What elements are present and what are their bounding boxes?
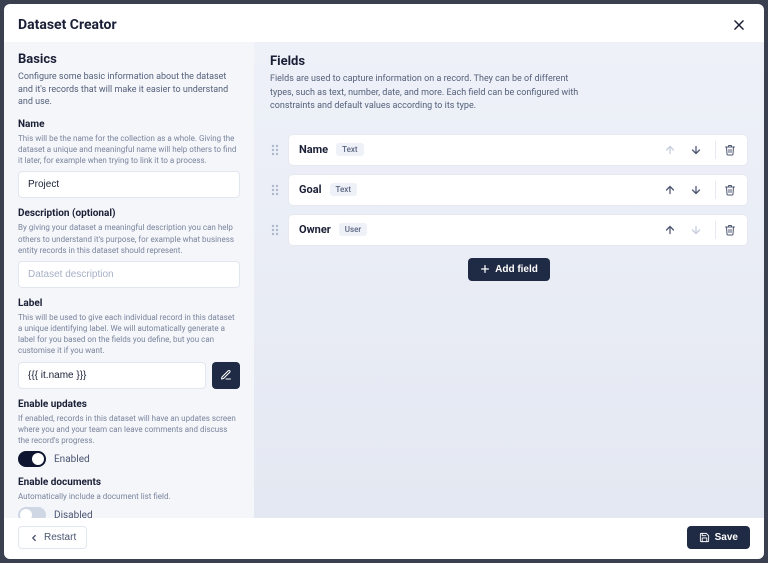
- move-up-button[interactable]: [661, 181, 679, 199]
- enable-updates-toggle[interactable]: [18, 451, 46, 467]
- drag-handle-icon[interactable]: [270, 143, 280, 157]
- arrow-down-icon: [690, 224, 702, 236]
- field-type-badge: Text: [336, 143, 363, 156]
- record-label-input[interactable]: [18, 362, 206, 389]
- save-label: Save: [715, 532, 738, 543]
- trash-icon: [724, 184, 736, 196]
- add-field-label: Add field: [495, 264, 538, 275]
- move-up-button: [661, 141, 679, 159]
- field-name: Owner: [299, 223, 331, 236]
- modal-title: Dataset Creator: [18, 17, 117, 33]
- field-card[interactable]: Goal Text: [288, 174, 748, 206]
- enable-updates-status: Enabled: [54, 454, 90, 465]
- plus-icon: [480, 264, 490, 274]
- arrow-down-icon: [690, 184, 702, 196]
- modal-body: Basics Configure some basic information …: [4, 42, 764, 518]
- enable-updates-help: If enabled, records in this dataset will…: [18, 413, 240, 447]
- toggle-knob: [20, 509, 32, 518]
- drag-handle-icon[interactable]: [270, 183, 280, 197]
- name-help: This will be the name for the collection…: [18, 133, 240, 167]
- fields-panel: Fields Fields are used to capture inform…: [254, 42, 764, 518]
- record-label-group: Label This will be used to give each ind…: [18, 298, 240, 389]
- save-icon: [699, 532, 710, 543]
- toggle-knob: [32, 453, 44, 465]
- field-row: Goal Text: [270, 174, 748, 206]
- enable-documents-help: Automatically include a document list fi…: [18, 491, 240, 502]
- arrow-up-icon: [664, 184, 676, 196]
- enable-documents-status: Disabled: [54, 510, 93, 518]
- field-card[interactable]: Name Text: [288, 134, 748, 166]
- field-type-badge: Text: [330, 183, 357, 196]
- arrow-up-icon: [664, 224, 676, 236]
- drag-handle-icon[interactable]: [270, 223, 280, 237]
- modal-header: Dataset Creator: [4, 4, 764, 42]
- modal-backdrop: Dataset Creator Basics Configure some ba…: [0, 0, 768, 563]
- restart-label: Restart: [44, 532, 76, 543]
- enable-updates-label: Enable updates: [18, 399, 240, 410]
- trash-icon: [724, 144, 736, 156]
- record-label-help: This will be used to give each individua…: [18, 312, 240, 357]
- basics-heading: Basics: [18, 52, 240, 67]
- field-card[interactable]: Owner User: [288, 214, 748, 246]
- field-row: Owner User: [270, 214, 748, 246]
- move-down-button[interactable]: [687, 141, 705, 159]
- restart-button[interactable]: Restart: [18, 526, 87, 549]
- field-name: Goal: [299, 183, 322, 196]
- modal-footer: Restart Save: [4, 518, 764, 559]
- description-label: Description (optional): [18, 208, 240, 219]
- trash-icon: [724, 224, 736, 236]
- move-down-button[interactable]: [687, 181, 705, 199]
- delete-field-button[interactable]: [715, 221, 739, 239]
- delete-field-button[interactable]: [715, 181, 739, 199]
- close-button[interactable]: [728, 14, 750, 36]
- dataset-creator-modal: Dataset Creator Basics Configure some ba…: [4, 4, 764, 559]
- basics-subheading: Configure some basic information about t…: [18, 71, 240, 109]
- field-list: Name Text Goal Text Owner User: [270, 134, 748, 246]
- name-group: Name This will be the name for the colle…: [18, 119, 240, 199]
- save-button[interactable]: Save: [687, 526, 750, 549]
- name-label: Name: [18, 119, 240, 130]
- description-help: By giving your dataset a meaningful desc…: [18, 222, 240, 256]
- move-down-button: [687, 221, 705, 239]
- enable-documents-group: Enable documents Automatically include a…: [18, 477, 240, 518]
- enable-documents-label: Enable documents: [18, 477, 240, 488]
- enable-updates-group: Enable updates If enabled, records in th…: [18, 399, 240, 468]
- pencil-icon: [220, 369, 232, 381]
- enable-documents-toggle[interactable]: [18, 507, 46, 518]
- move-up-button[interactable]: [661, 221, 679, 239]
- fields-subheading: Fields are used to capture information o…: [270, 73, 590, 114]
- fields-heading: Fields: [270, 54, 748, 69]
- record-label-label: Label: [18, 298, 240, 309]
- arrow-down-icon: [690, 144, 702, 156]
- field-name: Name: [299, 143, 328, 156]
- chevron-left-icon: [29, 533, 39, 543]
- description-input[interactable]: [18, 261, 240, 288]
- basics-panel: Basics Configure some basic information …: [4, 42, 254, 518]
- edit-label-button[interactable]: [212, 362, 240, 389]
- description-group: Description (optional) By giving your da…: [18, 208, 240, 288]
- delete-field-button[interactable]: [715, 141, 739, 159]
- close-icon: [732, 18, 746, 32]
- field-type-badge: User: [339, 223, 367, 236]
- name-input[interactable]: [18, 171, 240, 198]
- add-field-button[interactable]: Add field: [468, 258, 550, 281]
- arrow-up-icon: [664, 144, 676, 156]
- field-row: Name Text: [270, 134, 748, 166]
